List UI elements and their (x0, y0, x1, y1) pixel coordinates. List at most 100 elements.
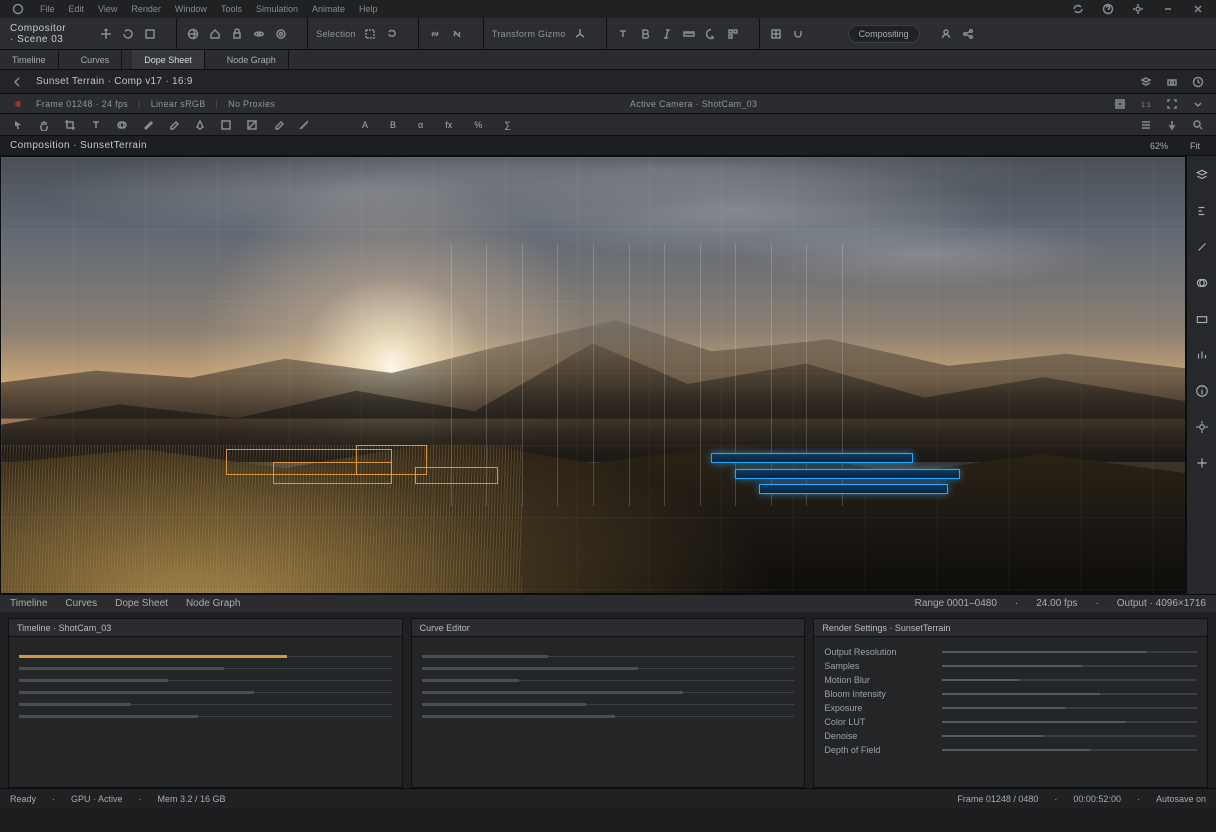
mode-alpha[interactable]: α (412, 117, 429, 133)
rail-histogram-icon[interactable] (1193, 346, 1211, 364)
rail-layers-icon[interactable] (1193, 166, 1211, 184)
track[interactable] (19, 680, 392, 681)
property-row[interactable]: Denoise (824, 729, 1197, 743)
menu-tools[interactable]: Tools (221, 4, 242, 14)
menu-file[interactable]: File (40, 4, 55, 14)
target-icon[interactable] (273, 26, 289, 42)
camera-icon[interactable] (1164, 74, 1180, 90)
ruler-icon[interactable] (681, 26, 697, 42)
track[interactable] (19, 668, 392, 669)
italic-icon[interactable] (659, 26, 675, 42)
track[interactable] (19, 704, 392, 705)
property-row[interactable]: Depth of Field (824, 743, 1197, 757)
rail-mask-icon[interactable] (1193, 274, 1211, 292)
lock-icon[interactable] (229, 26, 245, 42)
mask-icon[interactable] (114, 117, 130, 133)
text-tool-icon[interactable] (88, 117, 104, 133)
rail-info-icon[interactable] (1193, 382, 1211, 400)
close-icon[interactable] (1190, 1, 1206, 17)
property-row[interactable]: Samples (824, 659, 1197, 673)
globe-icon[interactable] (185, 26, 201, 42)
selection-box[interactable] (415, 467, 498, 484)
brush-icon[interactable] (140, 117, 156, 133)
stack-icon[interactable] (1138, 117, 1154, 133)
measure-icon[interactable] (296, 117, 312, 133)
track[interactable] (422, 692, 795, 693)
palette-icon[interactable] (703, 26, 719, 42)
tab-node[interactable]: Node Graph (215, 50, 289, 69)
user-icon[interactable] (940, 26, 952, 42)
layers-icon[interactable] (1138, 74, 1154, 90)
lasso-icon[interactable] (384, 26, 400, 42)
menu-render[interactable]: Render (131, 4, 161, 14)
pen-icon[interactable] (192, 117, 208, 133)
expand-icon[interactable] (1164, 96, 1180, 112)
rotate-icon[interactable] (120, 26, 136, 42)
mode-a[interactable]: A (356, 117, 374, 133)
track[interactable] (422, 704, 795, 705)
property-slider[interactable] (942, 693, 1197, 695)
property-slider[interactable] (942, 749, 1197, 751)
tab-curves[interactable]: Curves (69, 50, 123, 69)
unlink-icon[interactable] (449, 26, 465, 42)
fit-button[interactable]: Fit (1184, 138, 1206, 154)
share-icon[interactable] (962, 26, 974, 42)
axis-icon[interactable] (572, 26, 588, 42)
mode-b[interactable]: B (384, 117, 402, 133)
hand-icon[interactable] (36, 117, 52, 133)
zoom-readout[interactable]: 62% (1144, 138, 1174, 154)
property-row[interactable]: Color LUT (824, 715, 1197, 729)
move-icon[interactable] (98, 26, 114, 42)
mode-sum[interactable]: ∑ (498, 117, 516, 133)
track[interactable] (19, 692, 392, 693)
rail-camera-icon[interactable] (1193, 310, 1211, 328)
mode-fx[interactable]: fx (439, 117, 458, 133)
menu-animate[interactable]: Animate (312, 4, 345, 14)
settings-icon[interactable] (1130, 1, 1146, 17)
zoom-100-icon[interactable]: 1:1 (1138, 96, 1154, 112)
property-slider[interactable] (942, 707, 1197, 709)
shape-icon[interactable] (218, 117, 234, 133)
grid-icon[interactable] (768, 26, 784, 42)
gradient-icon[interactable] (244, 117, 260, 133)
track-bar[interactable] (711, 453, 912, 463)
panel-body[interactable]: Output ResolutionSamplesMotion BlurBloom… (814, 637, 1207, 787)
property-slider[interactable] (942, 679, 1197, 681)
rect-select-icon[interactable] (362, 26, 378, 42)
bold-icon[interactable] (637, 26, 653, 42)
track[interactable] (422, 656, 795, 657)
crop-icon[interactable] (62, 117, 78, 133)
rail-gear-icon[interactable] (1193, 418, 1211, 436)
rail-fx-icon[interactable] (1193, 202, 1211, 220)
track-bar[interactable] (735, 469, 960, 479)
eraser-icon[interactable] (166, 117, 182, 133)
record-icon[interactable] (10, 96, 26, 112)
track[interactable] (422, 716, 795, 717)
track[interactable] (19, 656, 392, 657)
strip-timeline[interactable]: Timeline (10, 598, 47, 609)
chevron-down-icon[interactable] (1190, 96, 1206, 112)
zoom-fit-icon[interactable] (1112, 96, 1128, 112)
property-slider[interactable] (942, 665, 1197, 667)
scale-icon[interactable] (142, 26, 158, 42)
link-icon[interactable] (427, 26, 443, 42)
track[interactable] (422, 668, 795, 669)
eyedrop-icon[interactable] (270, 117, 286, 133)
home-icon[interactable] (207, 26, 223, 42)
swatch-icon[interactable] (725, 26, 741, 42)
property-slider[interactable] (942, 651, 1197, 653)
panel-body[interactable] (412, 637, 805, 787)
eye-icon[interactable] (251, 26, 267, 42)
menu-sim[interactable]: Simulation (256, 4, 298, 14)
pin-icon[interactable] (1164, 117, 1180, 133)
property-row[interactable]: Motion Blur (824, 673, 1197, 687)
rail-brush-icon[interactable] (1193, 238, 1211, 256)
strip-curves[interactable]: Curves (65, 598, 97, 609)
property-row[interactable]: Bloom Intensity (824, 687, 1197, 701)
track[interactable] (422, 680, 795, 681)
track[interactable] (19, 716, 392, 717)
help-icon[interactable] (1100, 1, 1116, 17)
property-slider[interactable] (942, 735, 1197, 737)
clock-icon[interactable] (1190, 74, 1206, 90)
viewport[interactable] (0, 156, 1186, 594)
